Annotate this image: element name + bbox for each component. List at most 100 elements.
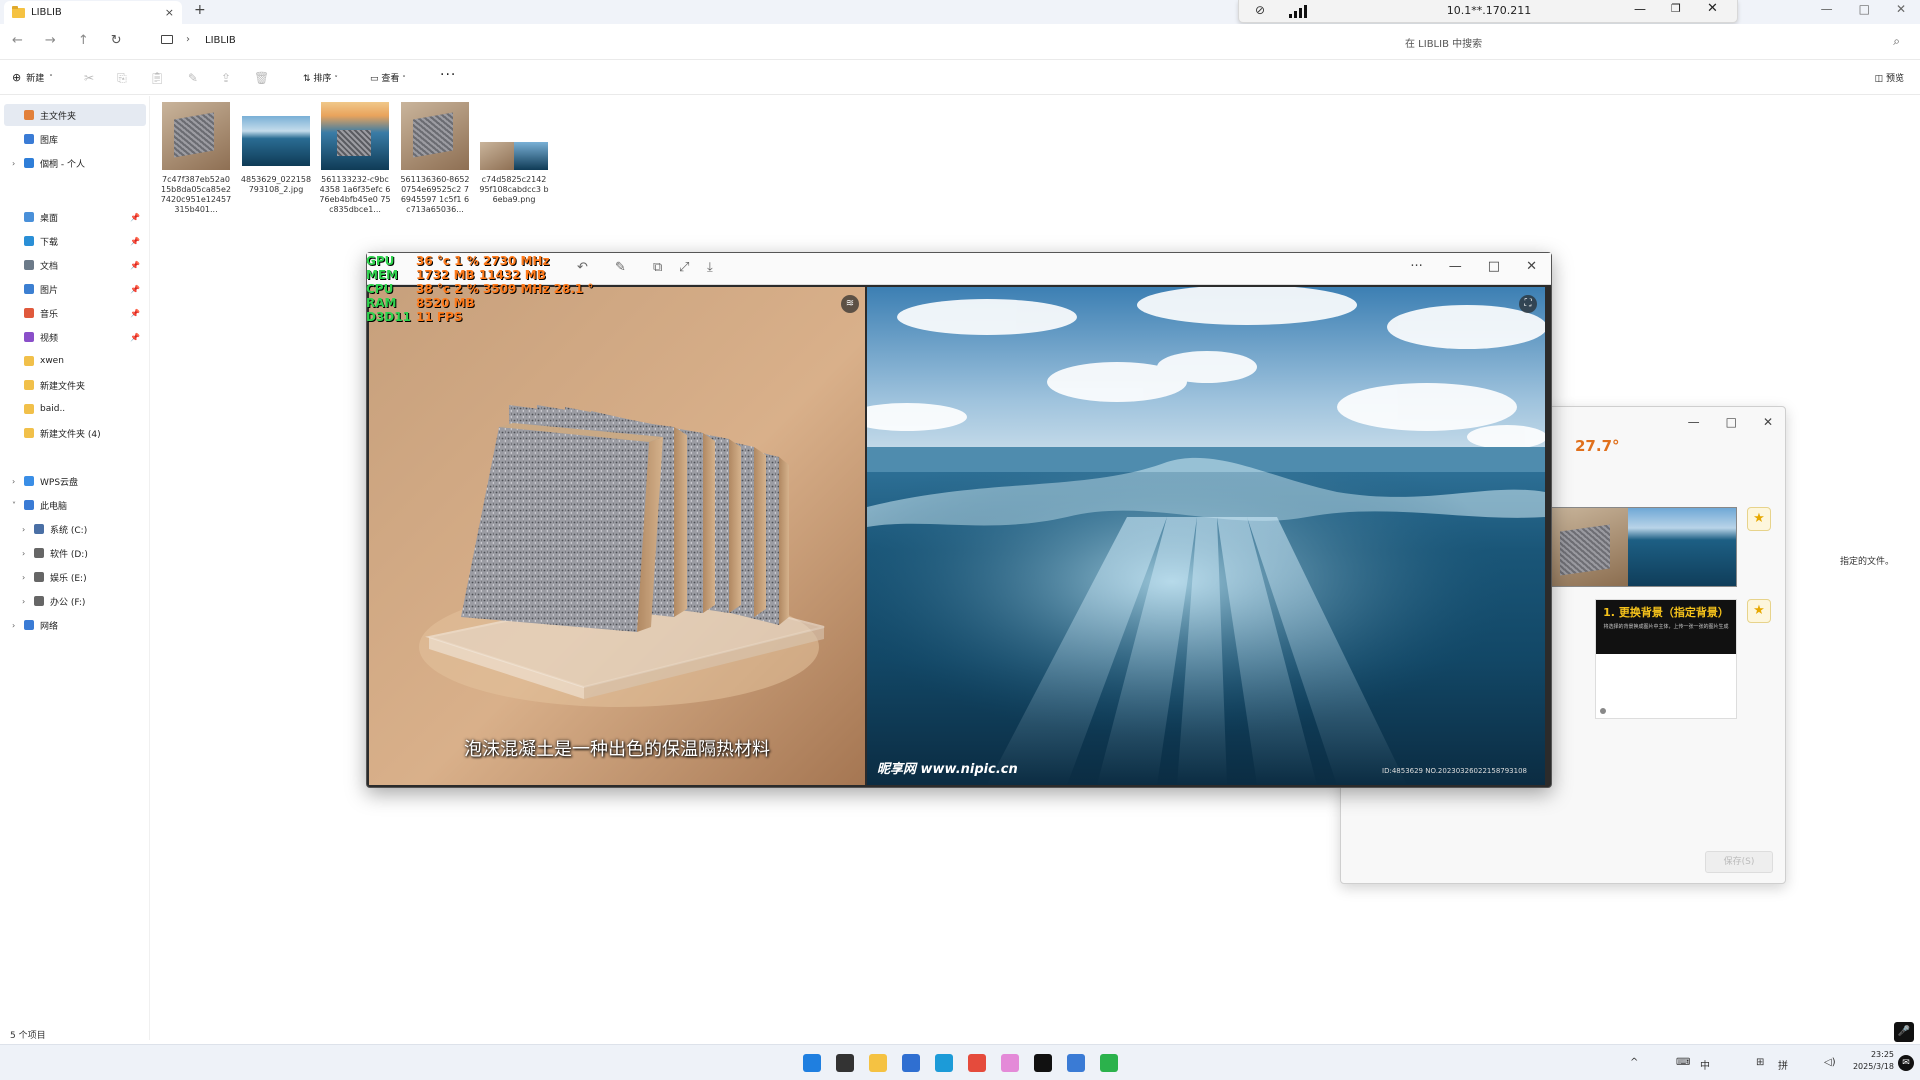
notepad-icon[interactable] (1067, 1054, 1085, 1072)
rename-icon[interactable]: ✎ (188, 71, 198, 86)
chevron-right-icon[interactable]: › (22, 549, 25, 558)
favorite-star-icon[interactable]: ★ (1747, 507, 1771, 531)
chevron-right-icon[interactable]: › (22, 597, 25, 606)
remote-close-button[interactable]: ✕ (1707, 1, 1718, 16)
left-image-pane[interactable]: 泡沫混凝土是一种出色的保温隔热材料 ≋ (369, 287, 865, 785)
search-input[interactable]: 在 LIBLIB 中搜索 ⌕ (1400, 30, 1910, 54)
sidebar-item[interactable]: baid.. (4, 398, 146, 420)
sidebar-item[interactable]: 图片 📌 (4, 278, 146, 300)
edit-icon[interactable]: ✎ (615, 260, 626, 275)
minimize-button[interactable]: — (1821, 2, 1833, 16)
system-clock[interactable]: 23:25 2025/3/18 (1853, 1049, 1894, 1073)
fullscreen-icon[interactable]: ⛶ (1519, 295, 1537, 313)
breadcrumb[interactable]: LIBLIB (205, 35, 236, 46)
pin-icon[interactable]: 📌 (130, 213, 140, 222)
close-button[interactable]: ✕ (1896, 2, 1906, 16)
wechat-icon[interactable] (1100, 1054, 1118, 1072)
share-icon[interactable]: ⇪ (221, 71, 231, 86)
task-view-icon[interactable] (836, 1054, 854, 1072)
fit-icon[interactable]: ⤢ (679, 260, 689, 275)
sidebar-item[interactable]: 新建文件夹 (4, 374, 146, 396)
compare-icon[interactable]: ⧉ (653, 260, 662, 275)
chevron-down-icon[interactable]: ˅ (12, 501, 16, 510)
file-item[interactable]: 561133232-c9bc4358 1a6f35efc 676eb4bfb45… (319, 102, 391, 215)
sidebar-item[interactable]: 音乐 📌 (4, 302, 146, 324)
sidebar-item[interactable]: 文档 📌 (4, 254, 146, 276)
pin-icon[interactable]: 📌 (130, 309, 140, 318)
dialog-tutorial-card[interactable]: 1. 更换背景（指定背景） 将选择的背景换成图片中主体，上传一张一张的图片生成 (1595, 599, 1737, 719)
sidebar-item[interactable]: ˅ 此电脑 (4, 494, 146, 516)
tiktok-icon[interactable] (1034, 1054, 1052, 1072)
viewer-close-button[interactable]: ✕ (1526, 259, 1537, 274)
edge-icon[interactable] (935, 1054, 953, 1072)
up-button[interactable]: ↑ (78, 33, 89, 48)
file-item[interactable]: 7c47f387eb52a015b8da05ca85e27420c951e124… (160, 102, 232, 215)
preview-button[interactable]: ◫ 预览 (1875, 71, 1904, 84)
wps-icon[interactable] (968, 1054, 986, 1072)
viewer-minimize-button[interactable]: — (1449, 259, 1462, 274)
tab-close-icon[interactable]: × (165, 6, 174, 19)
paste-icon[interactable]: 📋︎ (150, 71, 165, 86)
sort-button[interactable]: ⇅ 排序 ˅ (303, 71, 338, 84)
remote-minimize-button[interactable]: — (1634, 2, 1646, 16)
dialog-image-pair[interactable] (1551, 507, 1737, 587)
download-icon[interactable]: ⤓ (707, 260, 713, 275)
left-pane-wifi-icon[interactable]: ≋ (841, 295, 859, 313)
copy-icon[interactable]: ⎘ (117, 71, 127, 86)
viewer-maximize-button[interactable]: □ (1488, 259, 1500, 274)
new-button[interactable]: ⊕ 新建 ˅ (12, 71, 53, 84)
more-button[interactable]: ··· (440, 67, 456, 83)
chevron-right-icon[interactable]: › (12, 477, 15, 486)
sidebar-item[interactable]: 视频 📌 (4, 326, 146, 348)
computer-icon[interactable] (161, 35, 173, 44)
tab-liblib[interactable]: LIBLIB × (4, 1, 182, 24)
sidebar-item[interactable]: 主文件夹 (4, 104, 146, 126)
tray-icon[interactable]: ⌨ (1676, 1057, 1690, 1068)
right-image-pane[interactable]: 昵享网 www.nipic.cn ID:4853629 NO.202303260… (867, 287, 1545, 785)
pin-icon[interactable]: 📌 (130, 261, 140, 270)
cut-icon[interactable]: ✂ (84, 71, 94, 86)
tray-icon[interactable]: 中 (1700, 1057, 1710, 1072)
tray-icon[interactable]: ◁) (1824, 1057, 1836, 1068)
favorite-star-icon[interactable]: ★ (1747, 599, 1771, 623)
dialog-maximize-button[interactable]: □ (1726, 415, 1737, 429)
dialog-close-button[interactable]: ✕ (1763, 415, 1773, 429)
file-item[interactable]: 4853629_022158793108_2.jpg (240, 102, 312, 195)
tray-icon[interactable]: ⊞ (1756, 1057, 1764, 1068)
sidebar-item[interactable]: xwen (4, 350, 146, 372)
sidebar-item[interactable]: › WPS云盘 (4, 470, 146, 492)
store-icon[interactable] (902, 1054, 920, 1072)
windows-start-icon[interactable] (803, 1054, 821, 1072)
sidebar-item[interactable]: › 系统 (C:) (4, 518, 146, 540)
tray-icon[interactable]: ^ (1630, 1057, 1638, 1068)
sidebar-item[interactable]: 新建文件夹 (4) (4, 422, 146, 444)
file-explorer-icon[interactable] (869, 1054, 887, 1072)
rotate-icon[interactable]: ↶ (577, 260, 588, 275)
sidebar-item[interactable]: 图库 (4, 128, 146, 150)
pin-icon[interactable]: 📌 (130, 333, 140, 342)
microphone-icon[interactable]: 🎤 (1894, 1022, 1914, 1042)
search-icon[interactable]: ⌕ (1893, 34, 1900, 49)
tray-icon[interactable]: 拼 (1778, 1057, 1788, 1072)
view-button[interactable]: ▭ 查看 ˅ (370, 71, 406, 84)
new-tab-button[interactable]: + (194, 2, 206, 18)
dialog-minimize-button[interactable]: — (1688, 415, 1700, 429)
back-button[interactable]: ← (12, 33, 23, 48)
pin-icon[interactable]: 📌 (130, 237, 140, 246)
remote-restore-button[interactable]: ❐ (1671, 2, 1681, 15)
maximize-button[interactable]: □ (1859, 2, 1870, 16)
chevron-right-icon[interactable]: › (22, 573, 25, 582)
cat-app-icon[interactable] (1001, 1054, 1019, 1072)
sidebar-item[interactable]: › 娱乐 (E:) (4, 566, 146, 588)
chevron-right-icon[interactable]: › (12, 621, 15, 630)
sidebar-item[interactable]: 桌面 📌 (4, 206, 146, 228)
viewer-more-button[interactable]: ··· (1410, 259, 1422, 274)
delete-icon[interactable]: 🗑︎ (254, 71, 269, 86)
forward-button[interactable]: → (45, 33, 56, 48)
sidebar-item[interactable]: › 個桐 - 个人 (4, 152, 146, 174)
sidebar-item[interactable]: › 软件 (D:) (4, 542, 146, 564)
sidebar-item[interactable]: › 网络 (4, 614, 146, 636)
sidebar-item[interactable]: › 办公 (F:) (4, 590, 146, 612)
chevron-right-icon[interactable]: › (12, 159, 15, 168)
refresh-button[interactable]: ↻ (111, 33, 122, 48)
